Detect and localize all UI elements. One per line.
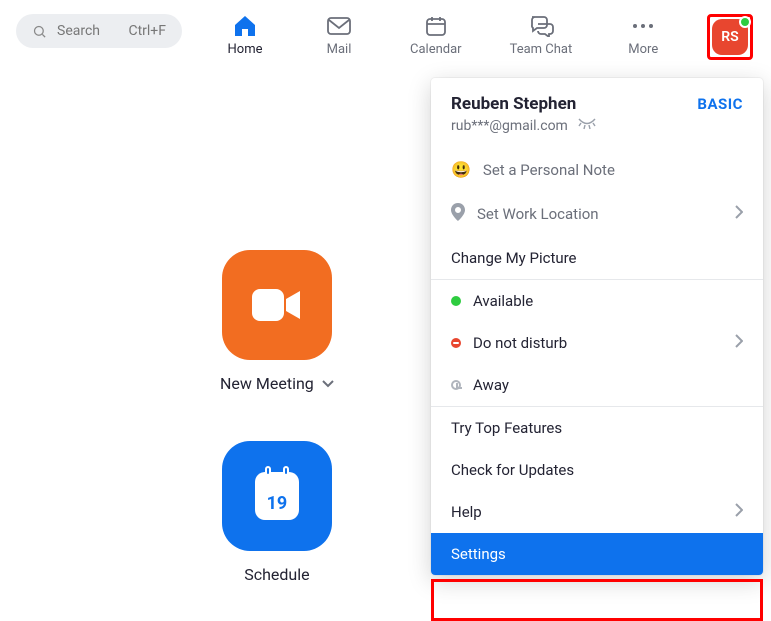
status-away-icon: [451, 380, 461, 390]
menu-label: Away: [473, 376, 509, 394]
tab-label: Mail: [327, 42, 352, 57]
tab-calendar[interactable]: Calendar: [410, 14, 462, 57]
calendar-date: 19: [267, 493, 288, 514]
tab-more[interactable]: More: [620, 14, 666, 57]
menu-label: Available: [473, 292, 533, 310]
menu-label: Check for Updates: [451, 461, 574, 479]
tab-label: Home: [228, 42, 263, 57]
home-content: New Meeting 19 Schedule: [220, 250, 334, 584]
plan-badge: BASIC: [697, 95, 743, 113]
schedule-button[interactable]: 19: [222, 441, 332, 551]
tile-schedule[interactable]: 19 Schedule: [222, 441, 332, 584]
settings-highlight: [431, 579, 763, 621]
search-hotkey: Ctrl+F: [128, 23, 166, 39]
tab-home[interactable]: Home: [222, 14, 268, 57]
new-meeting-button[interactable]: [222, 250, 332, 360]
home-icon: [233, 14, 257, 38]
menu-label: Try Top Features: [451, 419, 562, 437]
tab-mail[interactable]: Mail: [316, 14, 362, 57]
menu-check-updates[interactable]: Check for Updates: [431, 449, 763, 491]
chevron-right-icon: [735, 503, 743, 521]
top-bar: Search Ctrl+F Home Mail Calendar Team: [0, 0, 771, 60]
menu-help[interactable]: Help: [431, 491, 763, 533]
search-input[interactable]: Search Ctrl+F: [16, 14, 182, 48]
profile-name: Reuben Stephen: [451, 94, 576, 114]
nav-tabs: Home Mail Calendar Team Chat More: [222, 14, 666, 57]
pin-icon: [451, 203, 465, 225]
avatar-highlight: RS: [707, 14, 753, 60]
chevron-right-icon: [735, 334, 743, 352]
chevron-right-icon: [735, 205, 743, 223]
profile-avatar[interactable]: RS: [712, 19, 748, 55]
profile-dropdown: Reuben Stephen BASIC rub***@gmail.com 😃 …: [431, 78, 763, 575]
menu-status-away[interactable]: Away: [431, 364, 763, 406]
menu-label: Settings: [451, 545, 506, 563]
tab-team-chat[interactable]: Team Chat: [510, 14, 573, 57]
smile-icon: 😃: [451, 160, 471, 179]
menu-work-location[interactable]: Set Work Location: [431, 191, 763, 237]
tile-label: Schedule: [244, 565, 309, 584]
status-available-icon: [451, 296, 461, 306]
calendar-icon: [425, 14, 447, 38]
presence-dot: [739, 16, 751, 28]
profile-email: rub***@gmail.com: [451, 118, 568, 134]
search-icon: [32, 24, 47, 39]
search-placeholder: Search: [57, 23, 100, 39]
calendar-icon: 19: [255, 472, 299, 520]
more-icon: [631, 14, 655, 38]
tab-label: More: [628, 42, 658, 57]
eye-off-icon[interactable]: [578, 118, 596, 134]
dropdown-header: Reuben Stephen BASIC rub***@gmail.com: [431, 78, 763, 148]
avatar-initials: RS: [721, 29, 738, 45]
menu-label: Set a Personal Note: [483, 161, 615, 179]
menu-label: Set Work Location: [477, 205, 599, 223]
menu-label: Do not disturb: [473, 334, 567, 352]
status-dnd-icon: [451, 338, 461, 348]
tab-label: Team Chat: [510, 42, 573, 57]
menu-status-available[interactable]: Available: [431, 280, 763, 322]
chevron-down-icon[interactable]: [322, 380, 334, 388]
menu-label: Help: [451, 503, 482, 521]
menu-change-picture[interactable]: Change My Picture: [431, 237, 763, 279]
menu-status-dnd[interactable]: Do not disturb: [431, 322, 763, 364]
video-icon: [250, 285, 304, 325]
tile-new-meeting[interactable]: New Meeting: [220, 250, 334, 393]
tile-label: New Meeting: [220, 374, 314, 393]
menu-top-features[interactable]: Try Top Features: [431, 407, 763, 449]
chat-icon: [528, 14, 554, 38]
tab-label: Calendar: [410, 42, 462, 57]
menu-label: Change My Picture: [451, 249, 577, 267]
mail-icon: [327, 14, 351, 38]
menu-personal-note[interactable]: 😃 Set a Personal Note: [431, 148, 763, 191]
menu-settings[interactable]: Settings: [431, 533, 763, 575]
